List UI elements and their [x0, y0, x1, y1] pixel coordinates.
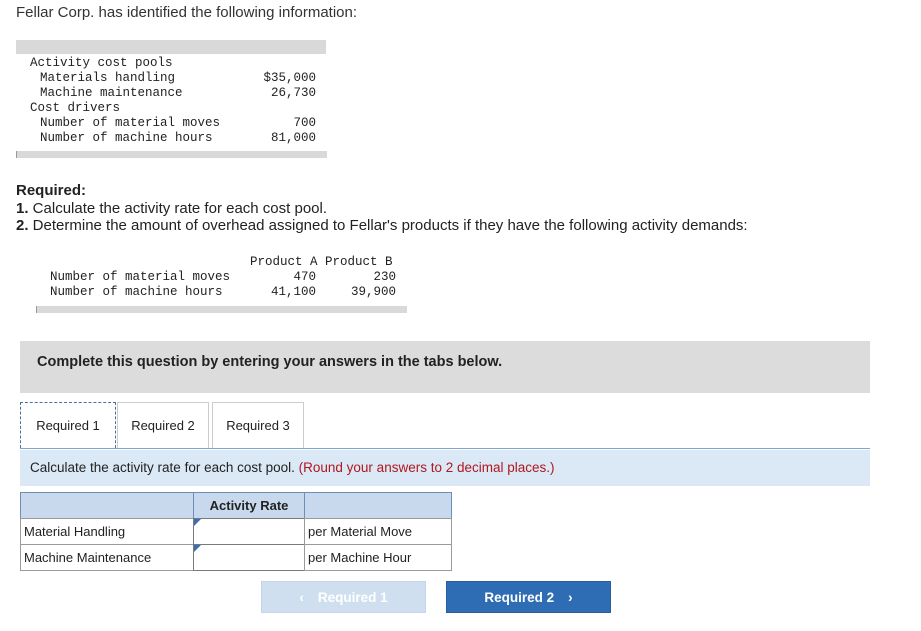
- next-button-label: Required 2: [484, 590, 555, 605]
- chevron-right-icon: ›: [568, 590, 573, 605]
- pool-label: Machine maintenance: [40, 86, 183, 100]
- grid-header-unit-blank: [304, 492, 452, 519]
- chevron-left-icon: ‹: [299, 590, 304, 605]
- driver-value: 700: [293, 116, 316, 130]
- rounding-note: (Round your answers to 2 decimal places.…: [298, 460, 555, 475]
- required-item-text: Calculate the activity rate for each cos…: [28, 200, 327, 217]
- grid-header-blank: [20, 492, 194, 519]
- pool-label: Materials handling: [40, 71, 176, 85]
- pool-value: 26,730: [270, 86, 316, 100]
- demand-product-a: 41,100: [270, 285, 316, 299]
- tab-required-3[interactable]: Required 3: [212, 402, 304, 448]
- pool-value: $35,000: [263, 71, 316, 85]
- unit-machine-hour: per Machine Hour: [304, 544, 452, 571]
- tab-required-2[interactable]: Required 2: [117, 402, 209, 448]
- required-item-1: 1. Calculate the activity rate for each …: [16, 200, 327, 217]
- demand-table: Product A Product B Number of material m…: [36, 254, 406, 306]
- info-table-top-band: [16, 40, 326, 54]
- instruction-text: Complete this question by entering your …: [37, 354, 503, 370]
- machine-maintenance-rate-input[interactable]: [193, 544, 305, 571]
- cost-drivers-header: Cost drivers: [30, 101, 121, 115]
- cost-pools-header: Activity cost pools: [30, 56, 173, 70]
- question-prompt: Calculate the activity rate for each cos…: [30, 460, 299, 475]
- required-item-2: 2. Determine the amount of overhead assi…: [16, 217, 748, 234]
- required-item-number: 2.: [16, 217, 29, 234]
- intro-text: Fellar Corp. has identified the followin…: [16, 4, 358, 21]
- previous-button-label: Required 1: [317, 590, 388, 605]
- required-heading: Required:: [16, 182, 87, 199]
- row-label-machine-maintenance: Machine Maintenance: [20, 544, 194, 571]
- driver-value: 81,000: [270, 131, 316, 145]
- tab-divider: [20, 448, 870, 449]
- demand-table-header: Product A Product B: [250, 255, 393, 269]
- next-required-button[interactable]: Required 2 ›: [446, 581, 611, 613]
- row-label-material-handling: Material Handling: [20, 518, 194, 545]
- demand-product-b: 230: [373, 270, 396, 284]
- previous-required-button[interactable]: ‹ Required 1: [261, 581, 426, 613]
- demand-row-label: Number of machine hours: [50, 285, 223, 299]
- question-text: Calculate the activity rate for each cos…: [30, 460, 555, 475]
- demand-table-bottom-band: [36, 306, 407, 313]
- unit-material-move: per Material Move: [304, 518, 452, 545]
- demand-product-a: 470: [293, 270, 316, 284]
- driver-label: Number of material moves: [40, 116, 221, 130]
- info-table-bottom-band: [16, 151, 327, 158]
- material-handling-rate-input[interactable]: [193, 518, 305, 545]
- driver-label: Number of machine hours: [40, 131, 213, 145]
- activity-rate-header: Activity Rate: [193, 492, 305, 519]
- required-item-number: 1.: [16, 200, 29, 217]
- info-table: Activity cost pools Materials handling $…: [16, 54, 326, 151]
- demand-product-b: 39,900: [350, 285, 396, 299]
- demand-row-label: Number of material moves: [50, 270, 231, 284]
- required-item-text: Determine the amount of overhead assigne…: [28, 217, 748, 234]
- tab-required-1[interactable]: Required 1: [20, 402, 116, 448]
